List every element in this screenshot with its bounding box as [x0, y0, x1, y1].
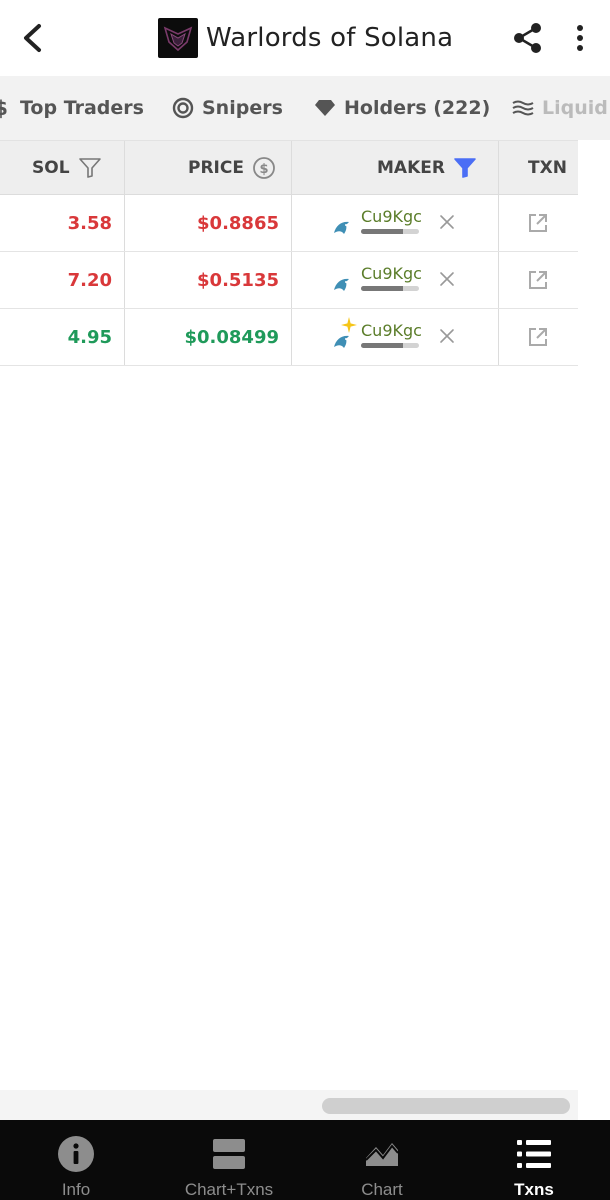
chart-icon	[365, 1143, 399, 1166]
nav-info[interactable]: Info	[44, 1120, 108, 1200]
info-icon	[58, 1136, 94, 1172]
svg-text:$: $	[0, 97, 8, 119]
tab-label: Liquid	[542, 97, 608, 119]
nav-txns[interactable]: Txns	[504, 1120, 564, 1200]
column-header-maker[interactable]: MAKER	[377, 141, 477, 195]
sol-amount: 7.20	[67, 269, 112, 291]
token-logo	[158, 18, 198, 58]
price-value: $0.08499	[184, 326, 279, 348]
split-view-icon	[213, 1139, 245, 1169]
tab-liquidity[interactable]: Liquid	[512, 76, 608, 140]
table-row[interactable]: 4.95 $0.08499 Cu9Kgc	[0, 309, 578, 366]
table-row[interactable]: 3.58 $0.8865 Cu9Kgc	[0, 195, 578, 252]
clear-filter-icon[interactable]	[438, 213, 456, 231]
token-title-group: Warlords of Solana	[158, 18, 453, 58]
sol-amount: 4.95	[67, 326, 112, 348]
list-icon	[517, 1140, 551, 1168]
maker-cell[interactable]: Cu9Kgc	[332, 205, 442, 241]
share-button[interactable]	[510, 20, 546, 56]
filter-active-icon[interactable]	[453, 157, 477, 179]
page-title: Warlords of Solana	[206, 23, 454, 53]
horizontal-scrollbar[interactable]	[322, 1098, 570, 1114]
maker-cell[interactable]: Cu9Kgc	[332, 317, 442, 355]
tab-label: Holders (222)	[344, 97, 491, 119]
dolphin-icon	[334, 335, 349, 348]
table-row[interactable]: 7.20 $0.5135 Cu9Kgc	[0, 252, 578, 309]
tab-label: Snipers	[202, 97, 283, 119]
currency-toggle-icon[interactable]: $	[252, 156, 276, 180]
share-icon	[514, 23, 541, 53]
tab-label: Top Traders	[20, 97, 144, 119]
column-header-txn: TXN	[528, 158, 567, 178]
tab-snipers[interactable]: Snipers	[172, 76, 283, 140]
transactions-table: SOL PRICE $ MAKER TXN 3.58 $0.8865 Cu9Kg…	[0, 140, 578, 366]
dolphin-icon	[334, 221, 349, 234]
sparkle-icon	[341, 317, 357, 333]
dollar-icon: $	[0, 97, 8, 119]
tabs-strip[interactable]: $ Top Traders Snipers Holders (222) Liqu…	[0, 76, 610, 140]
maker-address[interactable]: Cu9Kgc	[361, 264, 422, 283]
external-link-icon[interactable]	[528, 327, 548, 347]
clear-filter-icon[interactable]	[438, 270, 456, 288]
maker-holding-bar	[361, 343, 419, 348]
more-options-button[interactable]	[566, 20, 594, 56]
maker-cell[interactable]: Cu9Kgc	[332, 262, 442, 298]
tab-holders[interactable]: Holders (222)	[314, 76, 490, 140]
svg-text:$: $	[259, 162, 268, 177]
nav-chart[interactable]: Chart	[352, 1120, 412, 1200]
target-icon	[172, 97, 194, 119]
sol-amount: 3.58	[67, 212, 112, 234]
chevron-left-icon	[24, 24, 41, 52]
table-header: SOL PRICE $ MAKER TXN	[0, 140, 578, 195]
external-link-icon[interactable]	[528, 270, 548, 290]
maker-address[interactable]: Cu9Kgc	[361, 207, 422, 226]
column-header-price[interactable]: PRICE $	[188, 141, 276, 195]
bottom-nav: Info Chart+Txns Chart Txns	[0, 1120, 610, 1200]
filter-icon[interactable]	[78, 157, 102, 179]
nav-chart-txns[interactable]: Chart+Txns	[176, 1120, 282, 1200]
tab-top-traders[interactable]: $ Top Traders	[0, 76, 144, 140]
maker-address[interactable]: Cu9Kgc	[361, 321, 422, 340]
waves-icon	[512, 100, 534, 116]
clear-filter-icon[interactable]	[438, 327, 456, 345]
diamond-icon	[315, 100, 335, 116]
external-link-icon[interactable]	[528, 213, 548, 233]
maker-holding-bar	[361, 229, 419, 234]
maker-holding-bar	[361, 286, 419, 291]
price-value: $0.8865	[197, 212, 279, 234]
app-header: Warlords of Solana	[0, 0, 610, 76]
price-value: $0.5135	[197, 269, 279, 291]
back-button[interactable]	[14, 18, 50, 58]
column-header-sol[interactable]: SOL	[32, 141, 102, 195]
dolphin-icon	[334, 278, 349, 291]
more-vertical-icon	[577, 25, 583, 51]
